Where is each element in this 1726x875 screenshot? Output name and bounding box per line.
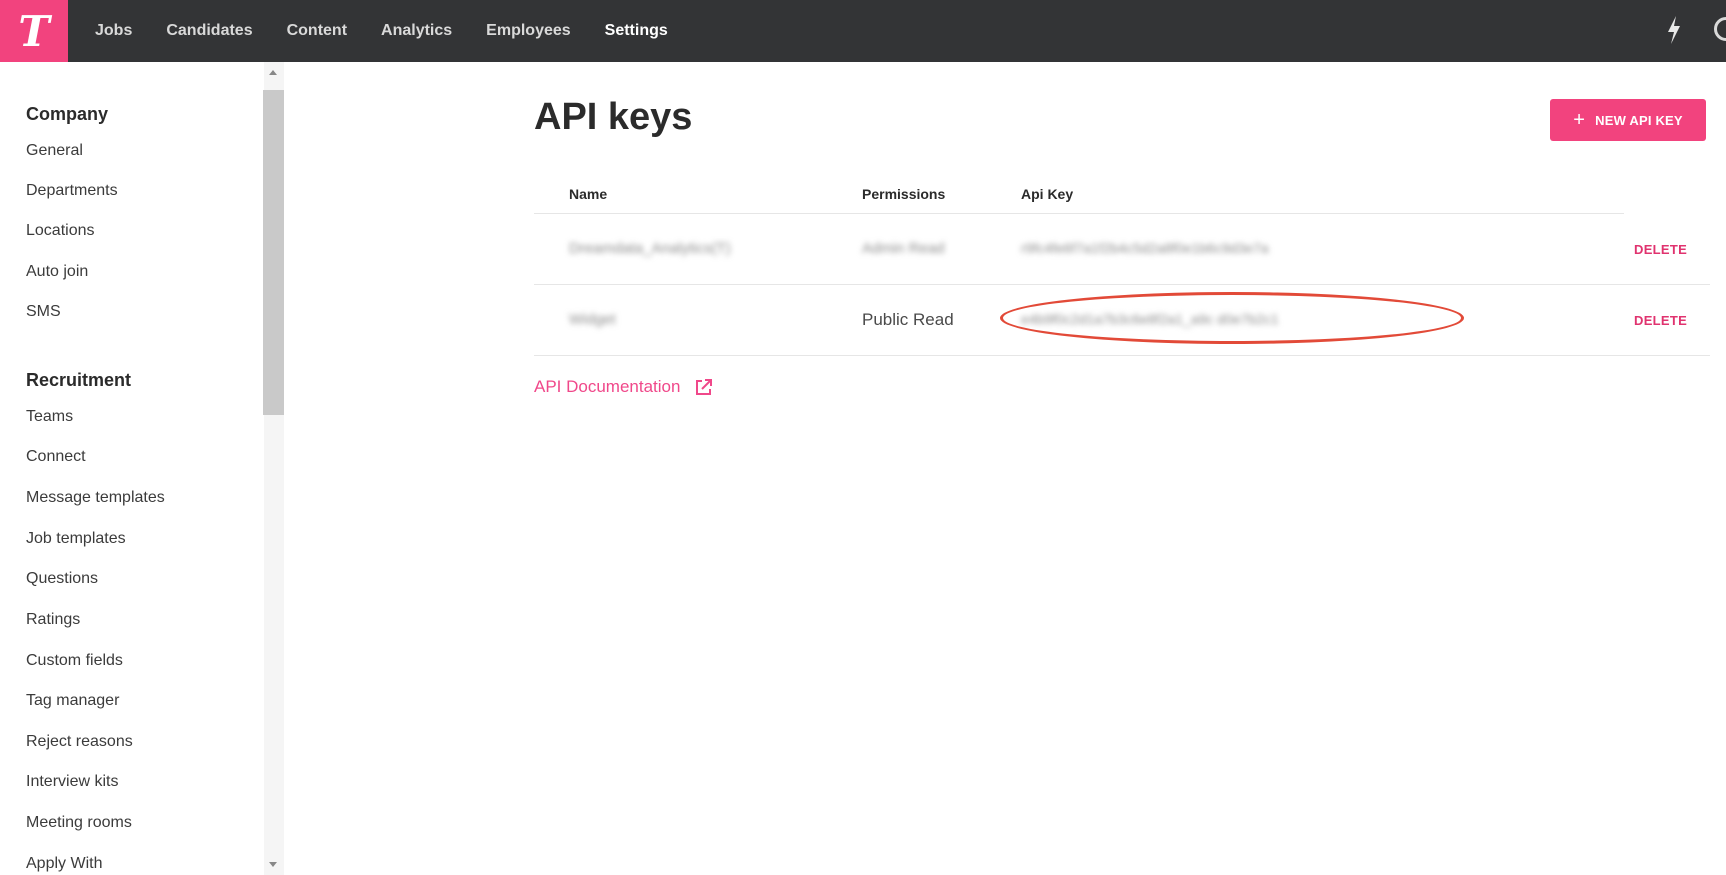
- sidebar-item-message-templates[interactable]: Message templates: [26, 489, 165, 507]
- api-documentation-link[interactable]: API Documentation: [534, 377, 714, 397]
- nav-analytics[interactable]: Analytics: [381, 22, 452, 40]
- highlight-annotation: [1000, 292, 1464, 344]
- sidebar-item-locations[interactable]: Locations: [26, 222, 95, 240]
- sidebar-section-recruitment: Recruitment: [26, 370, 132, 390]
- sidebar-item-teams[interactable]: Teams: [26, 408, 73, 426]
- sidebar-item-job-templates[interactable]: Job templates: [26, 530, 126, 548]
- row-2-name: Widget: [569, 311, 616, 328]
- nav-content[interactable]: Content: [287, 22, 347, 40]
- plus-icon: +: [1573, 108, 1586, 131]
- external-link-icon: [696, 379, 713, 395]
- sidebar-item-apply-with[interactable]: Apply With: [26, 855, 102, 873]
- row-2-delete-link[interactable]: DELETE: [1634, 313, 1687, 328]
- sidebar-item-ratings[interactable]: Ratings: [26, 611, 80, 629]
- sidebar-item-connect[interactable]: Connect: [26, 448, 86, 466]
- main-nav: Jobs Candidates Content Analytics Employ…: [78, 0, 685, 62]
- row-1-permissions: Admin Read: [862, 240, 945, 257]
- nav-candidates[interactable]: Candidates: [166, 22, 252, 40]
- scroll-down-arrow-icon[interactable]: [269, 862, 277, 867]
- circle-icon[interactable]: [1714, 17, 1726, 41]
- sidebar-item-tag-manager[interactable]: Tag manager: [26, 692, 119, 710]
- sidebar-section-company: Company: [26, 104, 109, 124]
- row-1-api-key[interactable]: r9fc4fe6f7a1f2b4c5d2a8f0e1b6c9d3e7a: [1021, 240, 1269, 256]
- column-header-api-key: Api Key: [1021, 186, 1074, 202]
- bolt-icon[interactable]: [1664, 14, 1684, 46]
- table-header-divider: [534, 213, 1624, 214]
- sidebar-item-questions[interactable]: Questions: [26, 570, 98, 588]
- api-documentation-label: API Documentation: [534, 377, 681, 396]
- row-2-permissions: Public Read: [862, 310, 954, 329]
- scroll-up-arrow-icon[interactable]: [269, 70, 277, 75]
- settings-sidebar: Company General Departments Locations Au…: [0, 62, 284, 875]
- column-header-permissions: Permissions: [862, 186, 946, 202]
- row-1-delete-link[interactable]: DELETE: [1634, 242, 1687, 257]
- new-api-key-button[interactable]: + NEW API KEY: [1550, 99, 1706, 141]
- nav-settings[interactable]: Settings: [605, 22, 668, 40]
- new-api-key-label: NEW API KEY: [1595, 112, 1683, 128]
- sidebar-item-sms[interactable]: SMS: [26, 303, 61, 321]
- column-header-name: Name: [569, 186, 608, 202]
- table-row-divider: [534, 284, 1710, 285]
- sidebar-item-departments[interactable]: Departments: [26, 182, 118, 200]
- top-navbar: T Jobs Candidates Content Analytics Empl…: [0, 0, 1726, 62]
- sidebar-item-meeting-rooms[interactable]: Meeting rooms: [26, 814, 132, 832]
- app-logo[interactable]: T: [0, 0, 68, 62]
- sidebar-item-interview-kits[interactable]: Interview kits: [26, 773, 118, 791]
- nav-jobs[interactable]: Jobs: [95, 22, 132, 40]
- table-row-divider: [534, 355, 1710, 356]
- sidebar-item-general[interactable]: General: [26, 142, 83, 160]
- sidebar-item-reject-reasons[interactable]: Reject reasons: [26, 733, 133, 751]
- sidebar-scroll-thumb[interactable]: [263, 90, 284, 415]
- sidebar-item-auto-join[interactable]: Auto join: [26, 263, 88, 281]
- nav-employees[interactable]: Employees: [486, 22, 570, 40]
- row-1-name: Dreamdata_Analytics(T): [569, 240, 731, 257]
- sidebar-item-custom-fields[interactable]: Custom fields: [26, 652, 123, 670]
- page-title: API keys: [534, 96, 693, 138]
